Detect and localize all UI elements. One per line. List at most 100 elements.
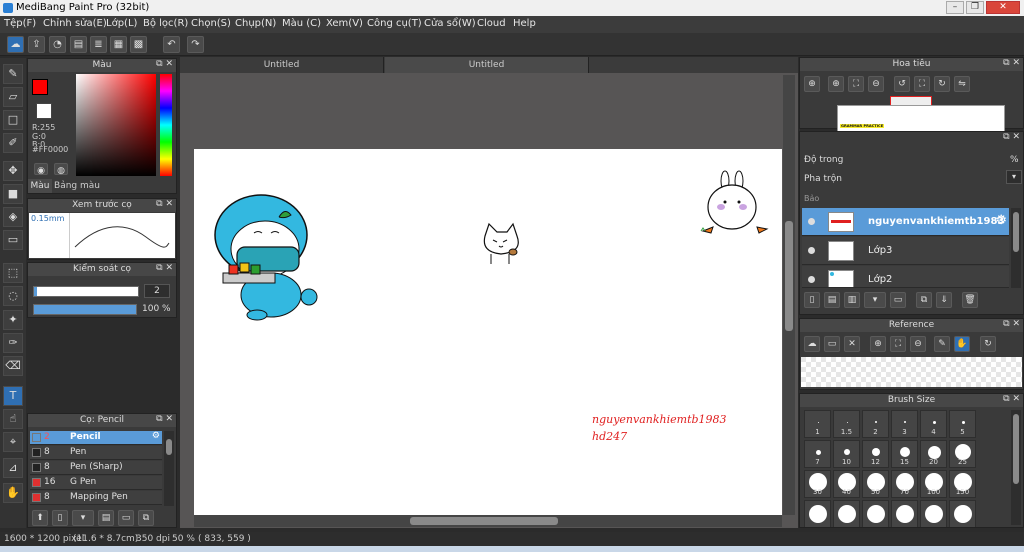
brush-tool-icon[interactable]: ✎ (3, 64, 23, 84)
foreground-color-swatch[interactable] (32, 79, 48, 95)
maximize-icon[interactable]: ❐ (966, 1, 984, 14)
cloud-icon[interactable]: ☁ (7, 36, 24, 53)
brush-copy-icon[interactable]: ⧉ (138, 510, 154, 526)
drawing-canvas[interactable]: nguyenvankhiemtb1983 hd247 (194, 149, 782, 515)
panel-controls[interactable]: ⧉ ✕ (156, 263, 173, 273)
brush-size-option[interactable] (804, 500, 831, 527)
brush-size-scrollbar[interactable] (1011, 410, 1021, 525)
menu-layer[interactable]: Lớp(L) (106, 18, 137, 29)
color-add-icon[interactable]: ◍ (54, 163, 68, 176)
operation-tool-icon[interactable]: ☝ (3, 409, 23, 429)
color-mode-icon[interactable]: ◉ (34, 163, 48, 176)
brush-size-option[interactable]: 10 (833, 440, 860, 468)
zoom-out-icon[interactable]: ⊖ (868, 76, 884, 92)
grid-icon[interactable]: ▩ (130, 36, 147, 53)
layer-folder-icon[interactable]: ▭ (890, 292, 906, 308)
brush-opacity-slider[interactable] (33, 304, 137, 315)
share-icon[interactable]: ⇪ (28, 36, 45, 53)
brush-size-option[interactable]: 40 (833, 470, 860, 498)
gear-icon[interactable]: ⚙ (152, 431, 160, 441)
tab-palette[interactable]: Bảng màu (54, 179, 100, 193)
brush-size-option[interactable]: 20 (920, 440, 947, 468)
brush-size-option[interactable]: 50 (862, 470, 889, 498)
panel-controls[interactable]: ⧉ ✕ (156, 59, 173, 69)
new-8bit-layer-icon[interactable]: ▥ (844, 292, 860, 308)
new-halftone-layer-icon[interactable]: ▤ (824, 292, 840, 308)
panel-controls[interactable]: ⧉ ✕ (1003, 319, 1020, 329)
new-layer-icon[interactable]: ▯ (804, 292, 820, 308)
fill-rect-tool-icon[interactable]: ■ (3, 184, 23, 204)
fullscreen-icon[interactable]: ⛶ (914, 76, 930, 92)
brush-item-pencil[interactable]: 2 Pencil ⚙ (30, 431, 162, 445)
brush-size-option[interactable]: 1.5 (833, 410, 860, 438)
dropper-tool-icon[interactable]: ⊿ (3, 458, 23, 478)
new-brush-icon[interactable]: ▯ (52, 510, 68, 526)
menu-window[interactable]: Cửa sổ(W) (424, 18, 476, 29)
close-icon[interactable]: ✕ (986, 1, 1020, 14)
reference-rotate-icon[interactable]: ↻ (980, 336, 996, 352)
brush-size-option[interactable]: 25 (949, 440, 976, 468)
text-tool-icon[interactable]: T (3, 386, 23, 406)
eye-icon[interactable] (808, 218, 815, 225)
minimize-icon[interactable]: – (946, 1, 964, 14)
panel-controls[interactable]: ⧉ ✕ (1003, 132, 1020, 142)
brush-menu-icon[interactable]: ▾ (72, 510, 94, 526)
panel-controls[interactable]: ⧉ ✕ (1003, 394, 1020, 404)
background-color-swatch[interactable] (36, 103, 52, 119)
brush-size-option[interactable]: 150 (949, 470, 976, 498)
close-reference-icon[interactable]: ✕ (844, 336, 860, 352)
menu-tools[interactable]: Công cụ(T) (367, 18, 422, 29)
eraser-tool-icon[interactable]: ▱ (3, 87, 23, 107)
reference-zoom-in-icon[interactable]: ⊕ (870, 336, 886, 352)
select-pen-tool-icon[interactable]: ✑ (3, 333, 23, 353)
brush-size-option[interactable]: 3 (891, 410, 918, 438)
reference-hand-icon[interactable]: ✋ (954, 336, 970, 352)
canvas-vertical-scrollbar[interactable] (783, 75, 795, 515)
hue-slider[interactable] (160, 74, 172, 176)
menu-filter[interactable]: Bộ lọc(R) (143, 18, 188, 29)
brush-item-pen-sharp[interactable]: 8 Pen (Sharp) (30, 461, 162, 475)
brush-size-option[interactable] (949, 500, 976, 527)
brush-size-option[interactable] (920, 500, 947, 527)
brush-size-option[interactable]: 7 (804, 440, 831, 468)
zoom-icon[interactable]: ⊕ (804, 76, 820, 92)
menu-file[interactable]: Tệp(F) (4, 18, 36, 29)
menu-snap[interactable]: Chụp(N) (235, 18, 276, 29)
lasso-tool-icon[interactable]: ◌ (3, 286, 23, 306)
brush-size-option[interactable]: 4 (920, 410, 947, 438)
brush-item-g-pen[interactable]: 16 G Pen (30, 476, 162, 490)
redo-icon[interactable]: ↷ (187, 36, 204, 53)
brush-item-pen[interactable]: 8 Pen (30, 446, 162, 460)
tab-color[interactable]: Màu (28, 179, 52, 193)
rectangle-tool-icon[interactable]: □ (3, 110, 23, 130)
panel-controls[interactable]: ⧉ ✕ (1003, 58, 1020, 68)
undo-icon[interactable]: ↶ (163, 36, 180, 53)
brush-size-option[interactable] (891, 500, 918, 527)
magic-wand-tool-icon[interactable]: ✦ (3, 310, 23, 330)
brush-size-option[interactable]: 30 (804, 470, 831, 498)
brush-size-option[interactable]: 1 (804, 410, 831, 438)
open-folder-icon[interactable]: ▭ (824, 336, 840, 352)
eyedropper-tool-icon[interactable]: ⌖ (3, 432, 23, 452)
menu-cloud[interactable]: Cloud (477, 18, 506, 29)
select-rect-tool-icon[interactable]: ⬚ (3, 263, 23, 283)
brush-size-option[interactable]: 15 (891, 440, 918, 468)
panel-icon[interactable]: ▦ (110, 36, 127, 53)
pen-tool-icon[interactable]: ✐ (3, 133, 23, 153)
canvas-horizontal-scrollbar[interactable] (194, 515, 782, 527)
layer-menu-icon[interactable]: ▾ (864, 292, 886, 308)
panel-controls[interactable]: ⧉ ✕ (156, 199, 173, 209)
bucket-tool-icon[interactable]: ◈ (3, 207, 23, 227)
zoom-in-icon[interactable]: ⊕ (828, 76, 844, 92)
brush-list-scrollbar[interactable] (164, 431, 174, 506)
panel-controls[interactable]: ⧉ ✕ (156, 414, 173, 424)
chat-icon[interactable]: ◔ (49, 36, 66, 53)
brush-size-option[interactable]: 12 (862, 440, 889, 468)
add-brush-icon[interactable]: ⬆ (32, 510, 48, 526)
menu-select[interactable]: Chọn(S) (191, 18, 231, 29)
list-icon[interactable]: ≣ (90, 36, 107, 53)
brush-size-option[interactable]: 2 (862, 410, 889, 438)
rotate-right-icon[interactable]: ↻ (934, 76, 950, 92)
cloud-download-icon[interactable]: ☁ (804, 336, 820, 352)
merge-layer-icon[interactable]: ⇓ (936, 292, 952, 308)
